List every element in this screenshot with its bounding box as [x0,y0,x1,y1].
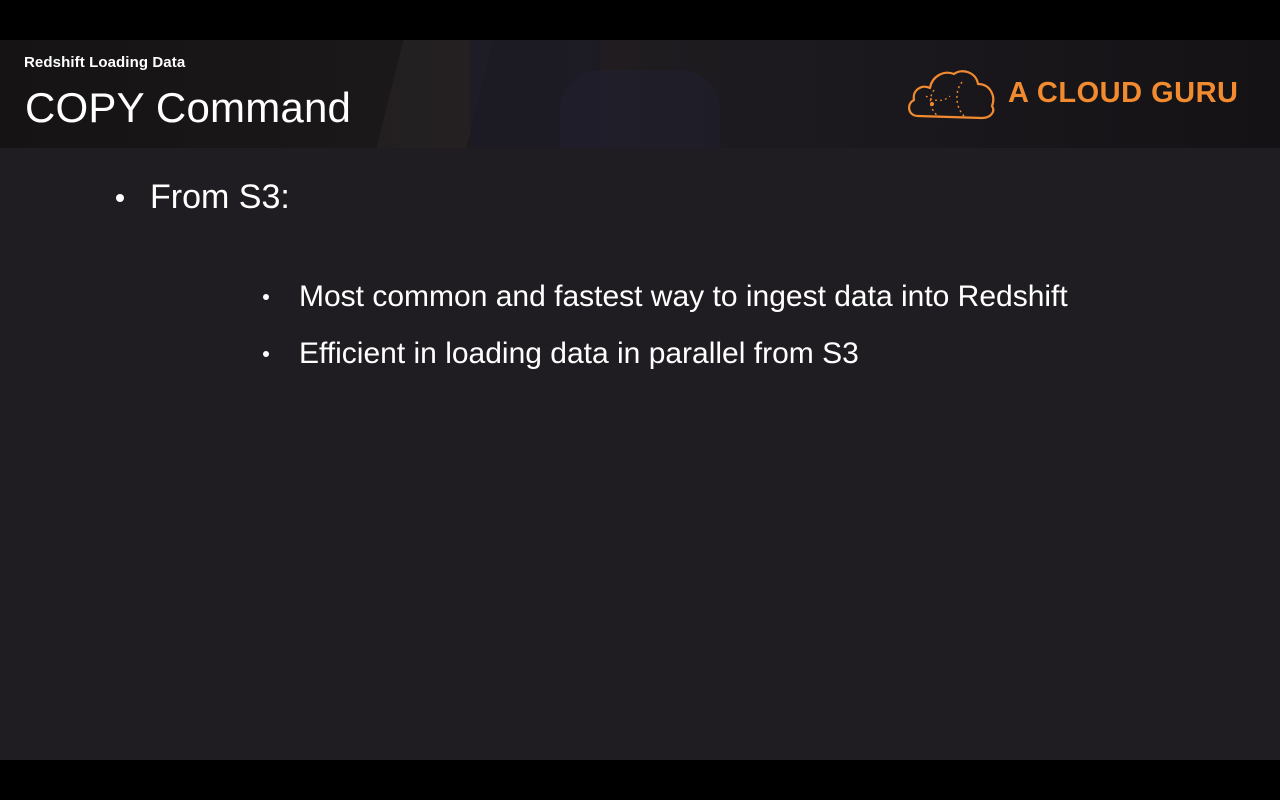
brand-logo: A CLOUD GURU [904,66,1244,122]
bullet-text: From S3: [150,178,290,216]
slide: Redshift Loading Data COPY Command A CLO… [0,40,1280,760]
slide-header: Redshift Loading Data COPY Command A CLO… [0,40,1280,148]
brand-logo-text: A CLOUD GURU [1008,77,1239,109]
bullet-dot-icon [263,351,269,357]
slide-subtitle: Redshift Loading Data [24,54,186,71]
letterbox-top [0,0,1280,40]
letterbox-bottom [0,760,1280,800]
header-photo-shape [560,70,720,148]
bullet-level-2: Efficient in loading data in parallel fr… [263,337,859,371]
bullet-dot-icon [116,193,124,202]
bullet-level-1: From S3: [116,178,290,217]
bullet-dot-icon [263,294,269,300]
cloud-icon [908,70,995,120]
slide-title: COPY Command [25,84,352,131]
bullet-level-2: Most common and fastest way to ingest da… [263,280,1068,314]
bullet-text: Efficient in loading data in parallel fr… [299,337,859,370]
bullet-text: Most common and fastest way to ingest da… [299,280,1068,313]
